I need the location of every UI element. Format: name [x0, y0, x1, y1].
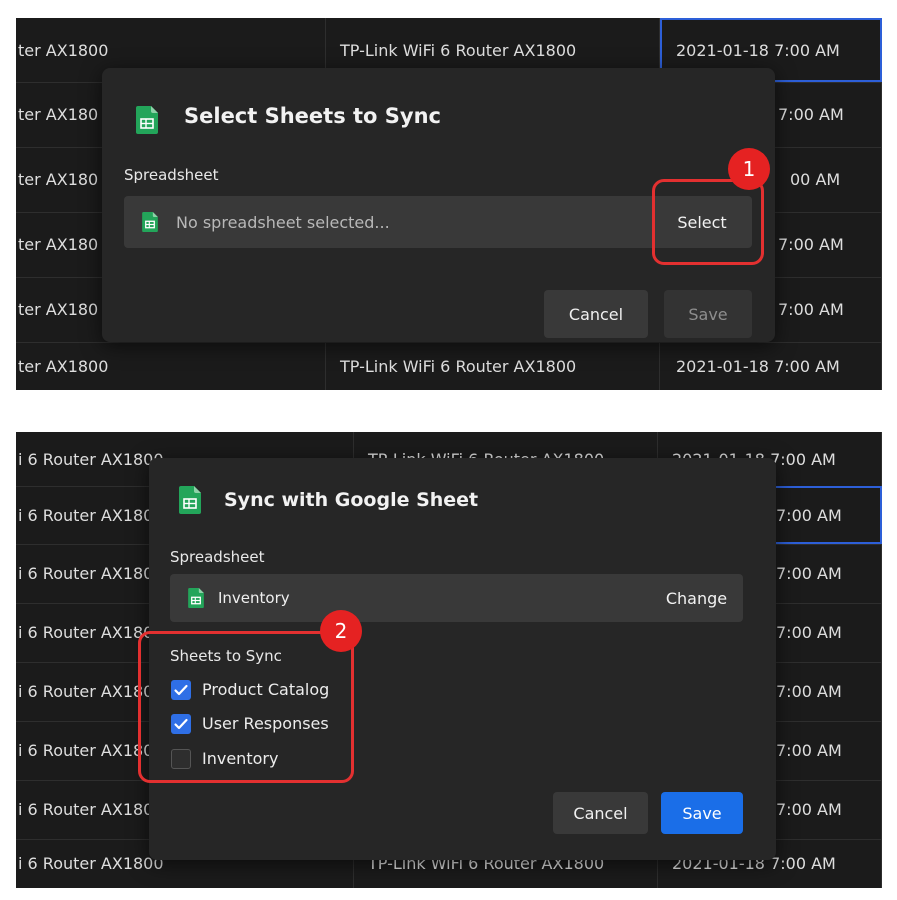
google-sheets-icon: [188, 588, 204, 608]
annotation-highlight: [652, 179, 764, 265]
save-button[interactable]: Save: [664, 290, 752, 338]
google-sheets-icon: [179, 486, 201, 514]
annotation-badge: 1: [728, 148, 770, 190]
spreadsheet-label: Spreadsheet: [170, 548, 265, 566]
spreadsheet-field[interactable]: Inventory Change: [170, 574, 743, 622]
google-sheets-icon: [142, 212, 158, 232]
spreadsheet-label: Spreadsheet: [124, 166, 219, 184]
table-row[interactable]: ter AX1800 TP-Link WiFi 6 Router AX1800 …: [16, 342, 882, 390]
change-spreadsheet-button[interactable]: Change: [650, 574, 743, 622]
google-sheets-icon: [136, 106, 158, 134]
table-cell: 2021-01-18 7:00 AM: [660, 342, 882, 390]
dialog-title: Select Sheets to Sync: [184, 104, 442, 128]
screenshot-panel-sync: i 6 Router AX1800 TP-Link WiFi 6 Router …: [16, 432, 882, 888]
table-cell: TP-Link WiFi 6 Router AX1800: [326, 342, 660, 390]
screenshot-panel-select: ter AX1800 TP-Link WiFi 6 Router AX1800 …: [16, 18, 882, 390]
spreadsheet-placeholder: No spreadsheet selected...: [176, 212, 390, 232]
annotation-highlight: [138, 631, 354, 783]
table-cell: ter AX1800: [16, 342, 326, 390]
spreadsheet-value: Inventory: [218, 589, 290, 607]
cancel-button[interactable]: Cancel: [544, 290, 648, 338]
save-button[interactable]: Save: [661, 792, 743, 834]
cancel-button[interactable]: Cancel: [553, 792, 648, 834]
annotation-badge: 2: [320, 610, 362, 652]
dialog-title: Sync with Google Sheet: [224, 489, 479, 511]
